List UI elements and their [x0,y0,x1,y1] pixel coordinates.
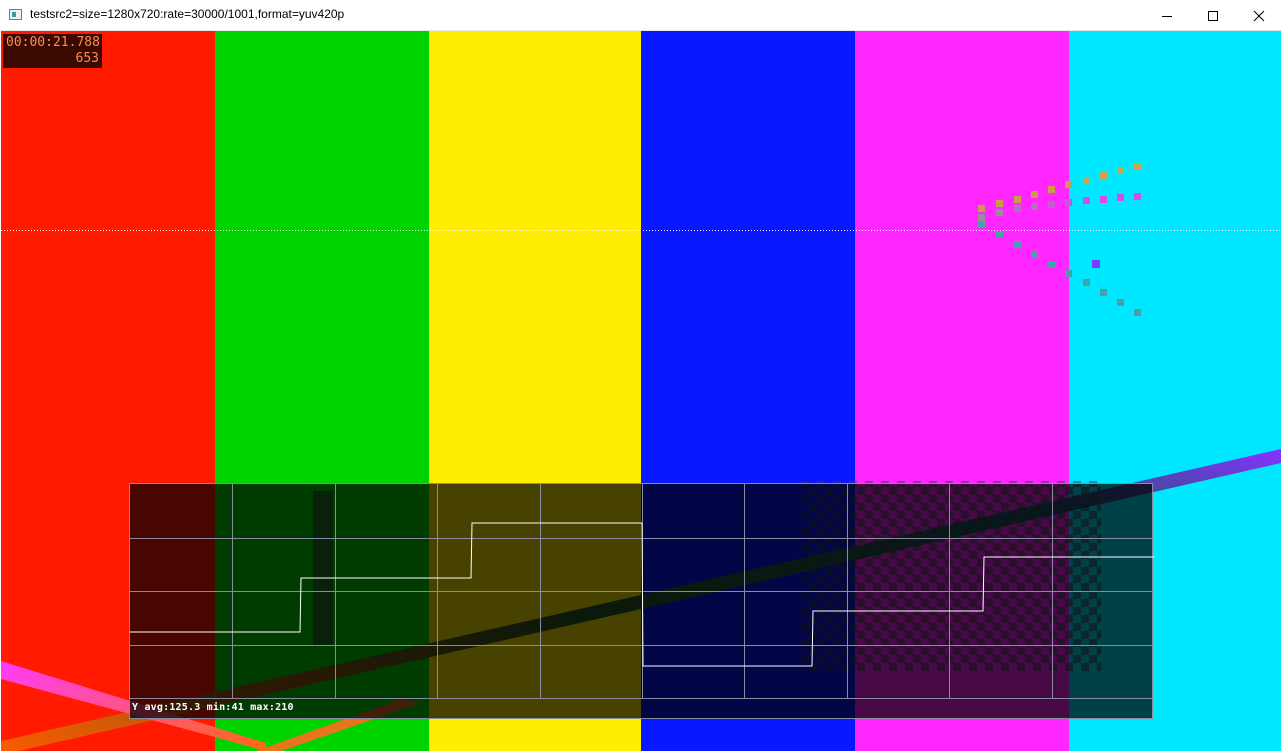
maximize-icon [1208,10,1218,21]
close-icon [1253,10,1265,21]
window-title: testsrc2=size=1280x720:rate=30000/1001,f… [30,7,345,21]
timecode-overlay: 00:00:21.788 653 [3,34,102,68]
maximize-button[interactable] [1190,0,1236,31]
minimize-icon [1162,15,1172,17]
moving-dots [978,163,1141,316]
title-bar[interactable]: testsrc2=size=1280x720:rate=30000/1001,f… [0,0,1282,31]
minimize-button[interactable] [1144,0,1190,31]
waveform-scope: Y avg:125.3 min:41 max:210 [129,483,1154,719]
timecode: 00:00:21.788 [6,35,100,50]
app-window: testsrc2=size=1280x720:rate=30000/1001,f… [0,0,1282,752]
video-canvas[interactable]: 00:00:21.788 653 Y avg:125.3 min:41 max:… [1,31,1281,751]
scope-stats: Y avg:125.3 min:41 max:210 [132,702,294,713]
scope-graph [130,484,1154,699]
frame-number: 653 [75,51,99,66]
video-window-icon [9,9,22,20]
close-button[interactable] [1236,0,1282,31]
